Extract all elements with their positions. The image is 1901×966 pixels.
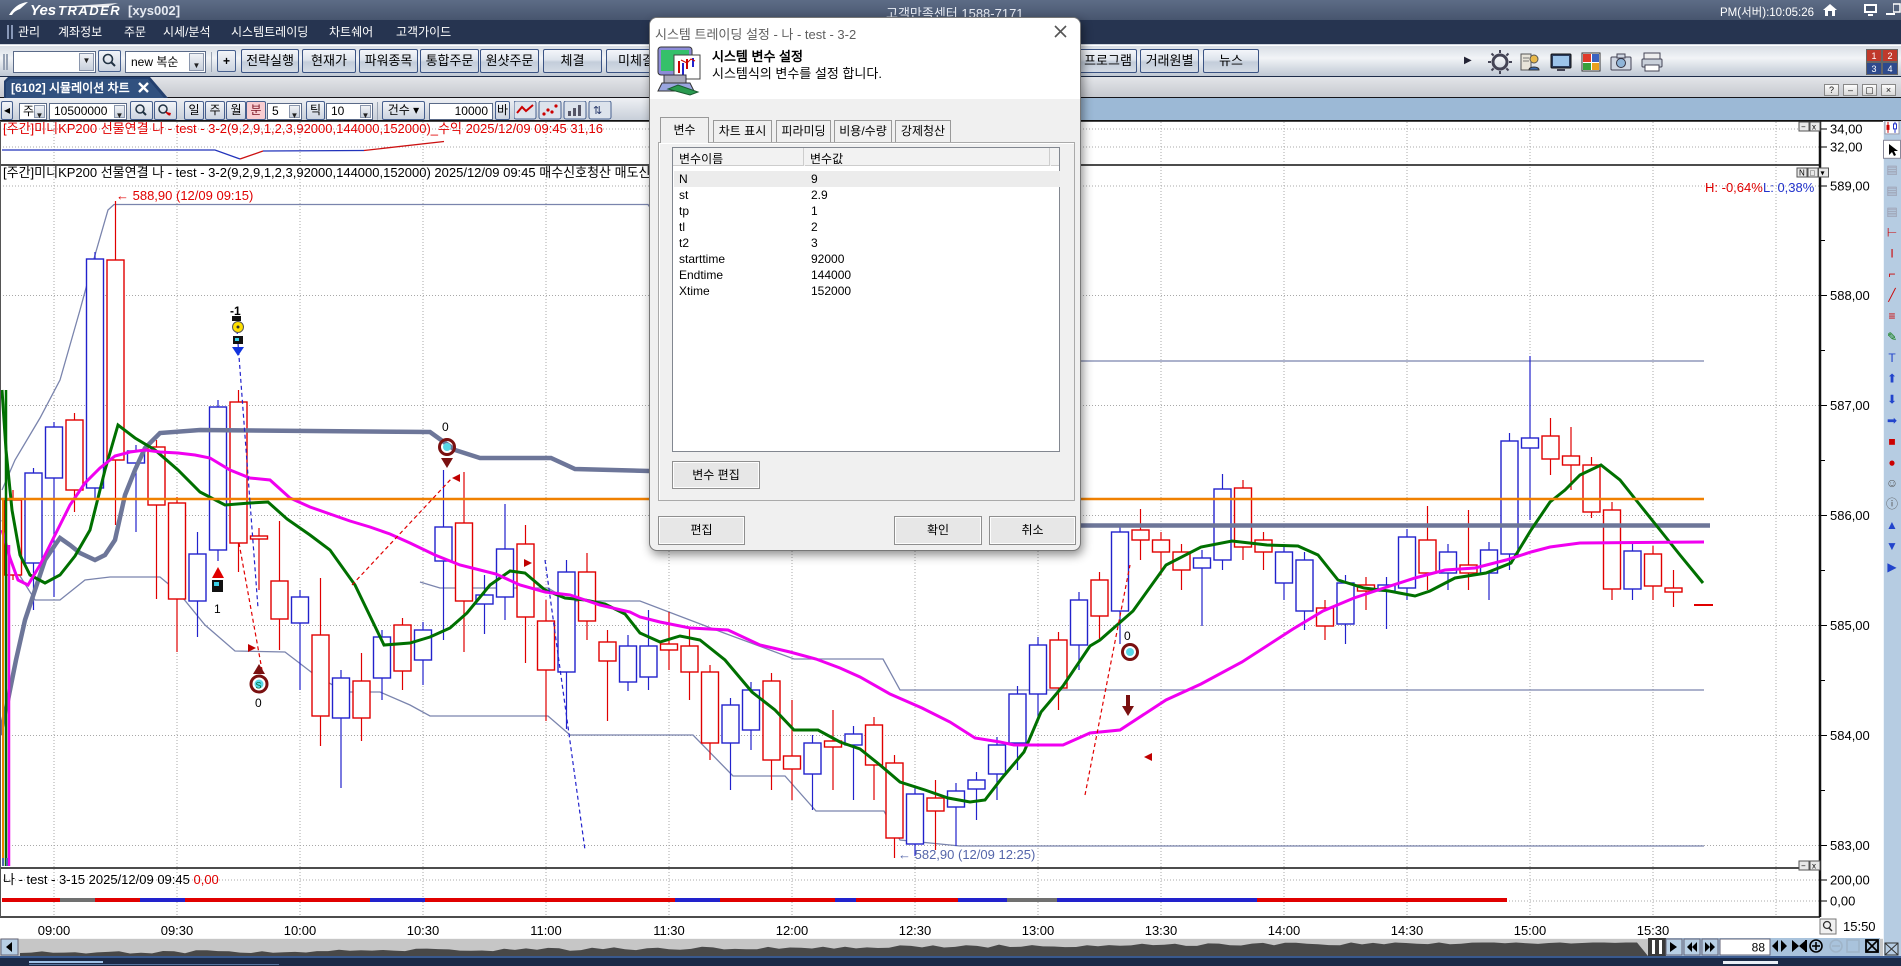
svg-text:584,00: 584,00 [1830,728,1870,743]
svg-text:09:30: 09:30 [161,923,194,938]
svg-text:●: ● [1888,455,1895,469]
svg-text:⬇: ⬇ [1887,393,1897,407]
svg-text:0: 0 [255,696,262,710]
svg-text:34,00: 34,00 [1830,122,1863,137]
svg-text:586,00: 586,00 [1830,508,1870,523]
svg-text:−: − [1801,862,1806,871]
svg-text:12:00: 12:00 [776,923,809,938]
svg-text:200,00: 200,00 [1830,873,1870,888]
svg-text:585,00: 585,00 [1830,618,1870,633]
svg-text:▾: ▾ [1821,169,1825,178]
svg-text:L: 0,38%: L: 0,38% [1763,180,1815,195]
svg-text:13:00: 13:00 [1022,923,1055,938]
svg-text:ⓘ: ⓘ [1886,497,1898,511]
svg-text:⇅: ⇅ [593,105,602,117]
svg-text:나 - test - 3-15 2025/12/09 09: 나 - test - 3-15 2025/12/09 09:45 0,00 [3,872,219,887]
svg-text:0: 0 [442,420,449,434]
svg-text:▤: ▤ [1886,205,1897,219]
svg-text:0,00: 0,00 [1830,894,1855,909]
svg-text:⊢: ⊢ [1887,225,1897,239]
svg-text:15:50: 15:50 [1843,919,1876,934]
svg-text:10:00: 10:00 [284,923,317,938]
svg-text:Ι: Ι [1890,246,1893,260]
svg-text:▼: ▼ [1886,539,1898,553]
svg-text:N: N [1799,169,1805,178]
svg-text:⌐: ⌐ [1888,267,1895,281]
svg-text:✎: ✎ [1887,330,1897,344]
svg-text:15:30: 15:30 [1637,923,1670,938]
svg-text:← 582,90 (12/09 12:25): ← 582,90 (12/09 12:25) [898,847,1035,862]
svg-text:0: 0 [1124,629,1131,643]
svg-text:▶: ▶ [1887,560,1897,574]
svg-text:587,00: 587,00 [1830,398,1870,413]
svg-text:Yes: Yes [30,2,56,19]
svg-text:≡: ≡ [1888,309,1895,323]
svg-text:-1: -1 [230,304,241,318]
svg-text:13:30: 13:30 [1145,923,1178,938]
svg-text:T: T [1888,351,1896,365]
svg-text:➡: ➡ [1887,414,1897,428]
svg-text:88: 88 [1752,941,1766,955]
svg-text:▤: ▤ [1886,184,1897,198]
svg-text:11:30: 11:30 [653,923,685,938]
svg-text:x: x [1812,862,1816,871]
svg-text:09:00: 09:00 [38,923,71,938]
svg-text:╱: ╱ [1887,287,1896,302]
svg-text:▲: ▲ [1886,518,1898,532]
svg-text:☺: ☺ [1886,476,1898,490]
svg-text:■: ■ [1888,434,1895,448]
svg-text:583,00: 583,00 [1830,838,1870,853]
svg-text:← 588,90 (12/09 09:15): ← 588,90 (12/09 09:15) [116,188,253,203]
svg-text:H: -0,64%: H: -0,64% [1705,180,1763,195]
svg-text:⬆: ⬆ [1887,372,1897,386]
svg-text:588,00: 588,00 [1830,288,1870,303]
svg-text:14:00: 14:00 [1268,923,1301,938]
svg-text:14:30: 14:30 [1391,923,1424,938]
svg-text:□: □ [1810,169,1815,178]
svg-text:15:00: 15:00 [1514,923,1547,938]
svg-text:S: S [256,681,262,691]
svg-text:10:30: 10:30 [407,923,440,938]
svg-text:[주간]미니KP200 선물연결 나 - test - 3-: [주간]미니KP200 선물연결 나 - test - 3-2(9,2,9,1,… [3,121,603,136]
svg-text:▤: ▤ [1886,163,1897,177]
svg-text:32,00: 32,00 [1830,140,1863,155]
svg-text:12:30: 12:30 [899,923,932,938]
svg-text:[xys002]: [xys002] [128,3,180,18]
svg-text:1: 1 [214,602,221,616]
svg-text:[6102] 시뮬레이션 차트: [6102] 시뮬레이션 차트 [11,80,130,95]
svg-text:[주간]미니KP200 선물연결 나 - test - 3-: [주간]미니KP200 선물연결 나 - test - 3-2(9,2,9,1,… [3,165,686,180]
svg-text:11:00: 11:00 [530,923,562,938]
svg-text:x: x [1812,123,1816,132]
svg-text:−: − [1801,123,1806,132]
svg-text:589,00: 589,00 [1830,179,1870,194]
